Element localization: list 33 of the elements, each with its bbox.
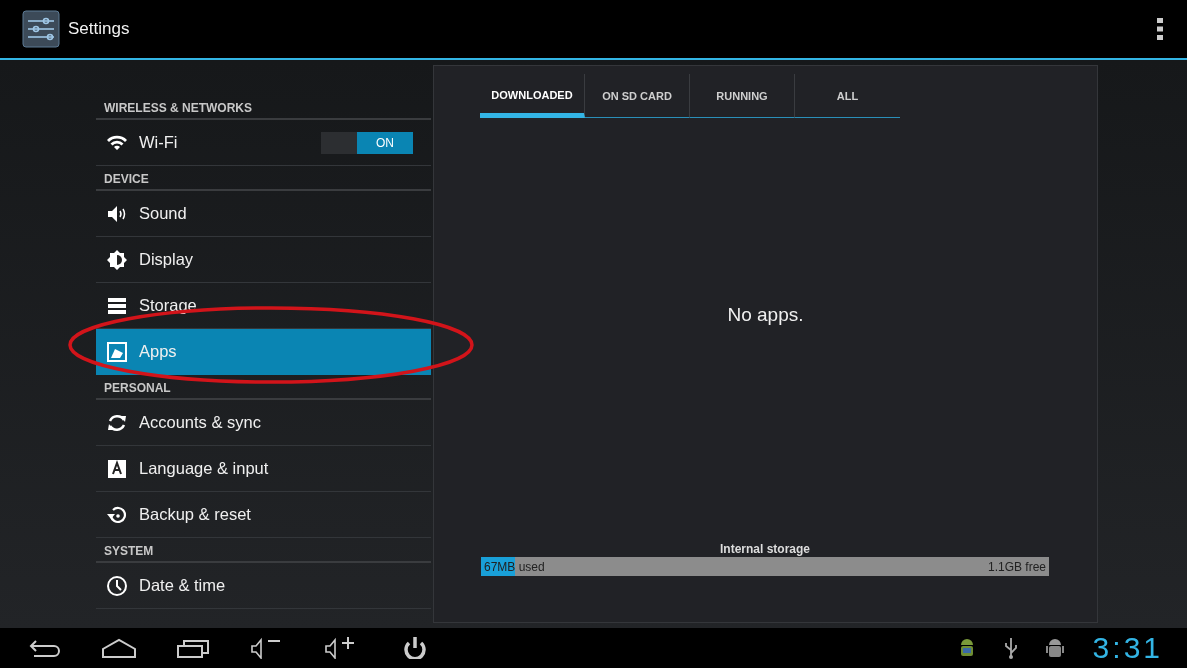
overflow-menu-icon[interactable]	[1157, 18, 1163, 40]
section-header: DEVICE	[96, 166, 431, 191]
clock-time: 3:31	[1092, 631, 1163, 665]
settings-item[interactable]: Date & time	[96, 563, 431, 609]
app-title: Settings	[68, 19, 130, 39]
empty-message: No apps.	[727, 304, 804, 326]
home-icon[interactable]	[102, 637, 136, 659]
recent-apps-icon[interactable]	[176, 637, 210, 659]
settings-item[interactable]: Language & input	[96, 446, 431, 492]
settings-item[interactable]: Backup & reset	[96, 492, 431, 538]
settings-item[interactable]: Apps	[96, 329, 431, 375]
storage-title: Internal storage	[719, 542, 811, 556]
brightness-icon	[106, 248, 128, 271]
section-header: SYSTEM	[96, 538, 431, 563]
free-label: 1.1GB free	[987, 559, 1046, 574]
settings-item[interactable]: Display	[96, 237, 431, 283]
android-debug-icon	[1044, 636, 1065, 660]
settings-sliders-icon	[22, 10, 60, 48]
used-label: 67MB used	[484, 559, 545, 574]
tab[interactable]: ALL	[795, 74, 900, 118]
tab[interactable]: DOWNLOADED	[480, 74, 585, 118]
clock-icon	[106, 574, 128, 597]
keyboard-letter-icon	[106, 457, 128, 480]
back-icon[interactable]	[28, 637, 62, 659]
tab[interactable]: RUNNING	[690, 74, 795, 118]
apps-icon	[106, 340, 128, 363]
section-header: WIRELESS & NETWORKS	[96, 95, 431, 120]
settings-item[interactable]: Accounts & sync	[96, 400, 431, 446]
tab[interactable]: ON SD CARD	[585, 74, 690, 118]
section-header: PERSONAL	[96, 375, 431, 400]
settings-item[interactable]: Wi-Fi ON	[96, 120, 431, 166]
settings-item[interactable]: Sound	[96, 191, 431, 237]
wifi-toggle[interactable]: ON	[321, 131, 413, 154]
